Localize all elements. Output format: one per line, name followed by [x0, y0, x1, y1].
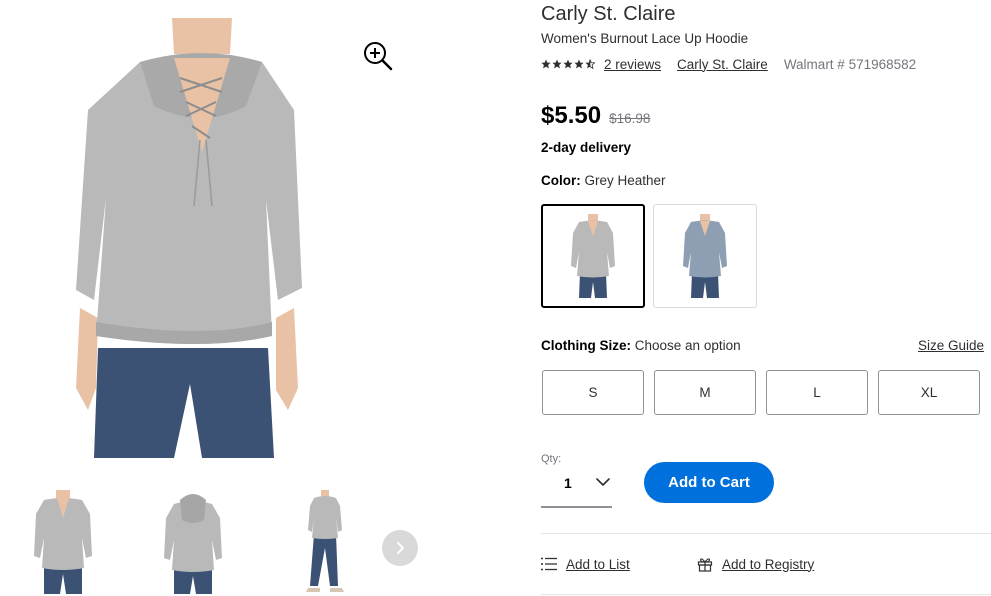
size-option-l[interactable]: L	[766, 370, 868, 415]
size-option-xl[interactable]: XL	[878, 370, 980, 415]
add-to-list-label: Add to List	[566, 556, 630, 572]
size-prompt: Choose an option	[634, 338, 741, 353]
list-icon	[541, 557, 557, 571]
star-rating[interactable]	[541, 59, 595, 69]
divider	[541, 533, 991, 534]
current-price: $5.50	[541, 102, 602, 129]
size-option-m[interactable]: M	[654, 370, 756, 415]
brand-title: Carly St. Claire	[541, 3, 676, 25]
color-label-title: Color:	[541, 173, 581, 188]
quantity-value: 1	[564, 475, 572, 491]
brand-link[interactable]: Carly St. Claire	[677, 57, 768, 72]
color-swatch-grey-heather[interactable]	[541, 204, 645, 308]
thumbnail-back[interactable]	[160, 490, 226, 594]
product-name: Women's Burnout Lace Up Hoodie	[541, 31, 749, 46]
star-icon	[541, 59, 551, 69]
quantity-select[interactable]: 1	[541, 466, 612, 508]
clothing-size-label: Clothing Size: Choose an option	[541, 338, 741, 353]
next-thumbnails-button[interactable]	[382, 530, 418, 566]
size-label-title: Clothing Size:	[541, 338, 631, 353]
main-product-image[interactable]	[62, 18, 338, 458]
chevron-right-icon	[397, 542, 404, 554]
selected-color: Grey Heather	[584, 173, 666, 188]
quantity-label: Qty:	[541, 453, 562, 465]
thumbnail-front[interactable]	[30, 490, 96, 594]
divider	[541, 594, 991, 595]
star-icon	[552, 59, 562, 69]
chevron-down-icon	[596, 478, 610, 486]
add-to-list-link[interactable]: Add to List	[541, 555, 630, 573]
rating-row: 2 reviews Carly St. Claire Walmart # 571…	[541, 56, 916, 72]
star-icon	[563, 59, 573, 69]
half-star-icon	[585, 59, 595, 69]
add-to-registry-link[interactable]: Add to Registry	[697, 555, 814, 573]
price-row: $5.50 $16.98	[541, 102, 650, 130]
add-to-registry-label: Add to Registry	[722, 556, 815, 572]
thumbnail-full-length[interactable]	[292, 490, 358, 594]
was-price: $16.98	[609, 111, 651, 126]
delivery-info: 2-day delivery	[541, 140, 632, 155]
walmart-item-number: Walmart # 571968582	[783, 56, 917, 72]
add-to-cart-button[interactable]: Add to Cart	[644, 462, 774, 503]
color-swatch-blue-heather[interactable]	[653, 204, 757, 308]
size-guide-link[interactable]: Size Guide	[918, 338, 984, 353]
gift-icon	[697, 558, 713, 572]
color-label: Color: Grey Heather	[541, 173, 666, 188]
size-option-s[interactable]: S	[542, 370, 644, 415]
star-icon	[574, 59, 584, 69]
zoom-in-icon[interactable]	[362, 40, 394, 72]
reviews-link[interactable]: 2 reviews	[604, 57, 661, 72]
